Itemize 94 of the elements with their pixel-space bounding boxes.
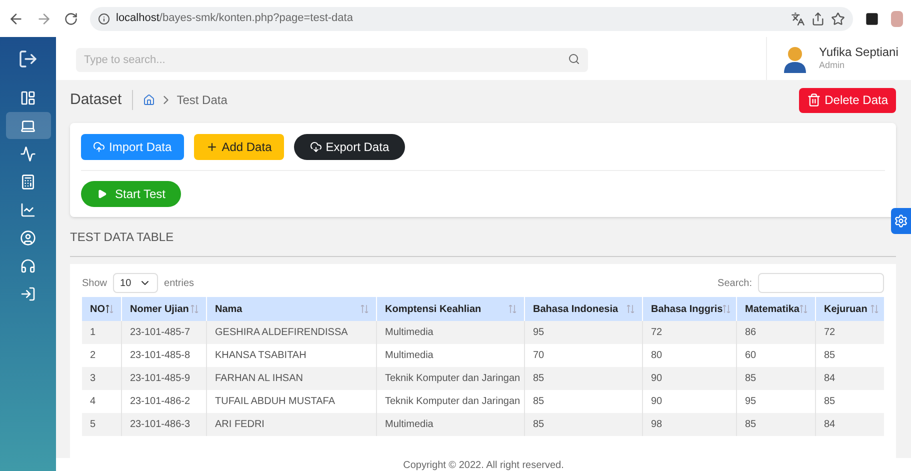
table-cell-text: Multimedia (385, 349, 434, 363)
laptop-icon (20, 118, 36, 134)
home-icon[interactable] (142, 94, 155, 106)
play-icon (97, 189, 107, 199)
table-cell-text: 60 (745, 349, 756, 363)
sidebar-item[interactable] (6, 112, 50, 139)
pulse-icon (20, 146, 36, 162)
search-label: Search: (718, 276, 752, 290)
table-cell-text: 84 (824, 372, 836, 386)
table-cell-text: Multimedia (385, 326, 434, 340)
delete-button[interactable]: Delete Data (798, 88, 896, 112)
cloud-icon (310, 140, 322, 152)
back-icon[interactable] (8, 10, 24, 26)
table-cell-text: 85 (824, 395, 836, 409)
table-cell-text: 95 (533, 326, 544, 340)
address-bar[interactable]: localhost/bayes-smk/konten.php?page=test-data (90, 6, 853, 30)
reload-icon[interactable] (64, 12, 78, 26)
user-circle-icon (20, 230, 36, 246)
page-title: Dataset (70, 90, 122, 110)
table-cell-text: 23-101-485-7 (130, 326, 190, 340)
table-cell-text: 2 (90, 349, 96, 363)
column-header[interactable]: Komptensi Keahlian (385, 302, 482, 316)
breadcrumb-current: Test Data (176, 92, 228, 109)
star-icon[interactable] (831, 12, 845, 26)
column-header[interactable]: Matematika (745, 302, 800, 316)
sort-icon[interactable] (106, 305, 113, 313)
table-cell-text: 4 (90, 395, 96, 409)
chart-icon (20, 202, 36, 218)
settings-icon (894, 214, 908, 228)
table-cell-text: Multimedia (385, 418, 434, 432)
cloud-icon (93, 140, 105, 152)
table-cell-text: KHANSA TSABITAH (215, 349, 306, 363)
user-role: Admin (819, 60, 846, 72)
avatar-icon (783, 44, 807, 72)
table-search-field[interactable] (758, 273, 884, 293)
table-cell-text: GESHIRA ALDEFIRENDISSA (215, 326, 348, 340)
url-text: localhost/bayes-smk/konten.php?page=test-data (116, 11, 353, 26)
table-cell-text: 1 (90, 326, 96, 340)
table-cell-text: 86 (745, 326, 756, 340)
table-cell-text: 85 (824, 349, 836, 363)
table-cell-text: 23-101-485-8 (130, 349, 190, 363)
table-cell-text: 72 (651, 326, 662, 340)
table-cell-text: 85 (745, 372, 756, 386)
column-header[interactable]: Nama (215, 302, 242, 316)
table-cell-text: 70 (533, 349, 544, 363)
headphones-icon (20, 258, 36, 274)
column-header[interactable]: Nomer Ujian (130, 302, 189, 316)
table-cell-text: 5 (90, 418, 96, 432)
table-cell-text: 85 (533, 372, 544, 386)
info-icon (98, 12, 110, 24)
login-icon (20, 286, 36, 302)
table-cell-text: 72 (824, 326, 836, 340)
table-cell-text: 98 (651, 418, 662, 432)
add-button[interactable]: Add Data (194, 134, 284, 160)
table-cell-text: 85 (533, 395, 544, 409)
logo-icon (18, 48, 38, 68)
table-cell-text: TUFAIL ABDUH MUSTAFA (215, 395, 336, 409)
table-cell-text: ARI FEDRI (215, 418, 264, 432)
share-icon[interactable] (811, 12, 825, 26)
search-field[interactable]: Type to search... (76, 48, 588, 72)
table-cell-text: 3 (90, 372, 96, 386)
column-header[interactable]: NO (90, 302, 105, 316)
plus-icon (206, 140, 218, 152)
table-cell-text: FARHAN AL IHSAN (215, 372, 303, 386)
user-name: Yufika Septiani (819, 45, 898, 60)
sidebar-toggle-icon[interactable] (865, 12, 879, 26)
search-icon[interactable] (568, 52, 580, 64)
trash-icon (806, 93, 821, 107)
table-cell-text: 85 (745, 418, 756, 432)
page-size-select[interactable]: 10 (113, 273, 158, 293)
table-cell-text: 80 (651, 349, 662, 363)
table-cell-text: Teknik Komputer dan Jaringan (385, 372, 520, 386)
table-cell-text: 23-101-486-2 (130, 395, 190, 409)
show-label: Show (82, 276, 108, 290)
section-title: TEST DATA TABLE (70, 228, 174, 246)
column-header[interactable]: Bahasa Inggris (651, 302, 723, 316)
translate-icon[interactable] (791, 12, 805, 26)
column-header[interactable]: Kejuruan (824, 302, 868, 316)
table-cell-text: 90 (651, 372, 662, 386)
table-cell-text: 85 (533, 418, 544, 432)
table-cell-text: 84 (824, 418, 836, 432)
table-cell-text: 23-101-486-3 (130, 418, 190, 432)
calculator-icon (20, 174, 36, 190)
panel-icon (20, 90, 36, 106)
settings-button[interactable] (891, 208, 911, 234)
table-cell-text: 23-101-485-9 (130, 372, 190, 386)
table-cell-text: Teknik Komputer dan Jaringan (385, 395, 520, 409)
table-cell-text: 90 (651, 395, 662, 409)
entries-label: entries (164, 276, 194, 290)
forward-icon[interactable] (36, 10, 52, 26)
column-header[interactable]: Bahasa Indonesia (533, 302, 618, 316)
copyright-text: Copyright © 2022. All right reserved. (403, 461, 564, 471)
table-cell-text: 95 (745, 395, 756, 409)
export-button[interactable]: Export Data (294, 134, 406, 160)
